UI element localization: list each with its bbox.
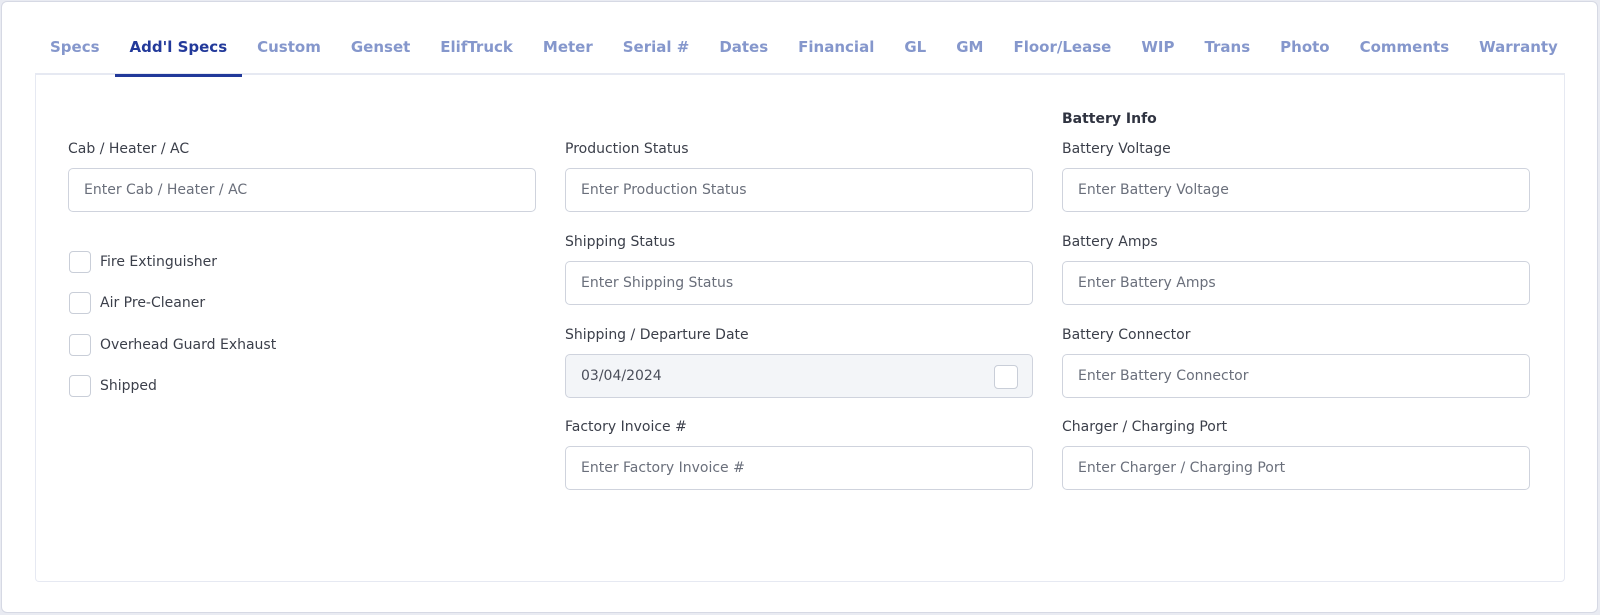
tab-bar: Specs Add'l Specs Custom Genset ElifTruc…	[35, 24, 1565, 77]
tab-wip[interactable]: WIP	[1126, 24, 1189, 75]
tab-eliftruck[interactable]: ElifTruck	[425, 24, 528, 75]
overhead-guard-exhaust-row[interactable]: Overhead Guard Exhaust	[69, 334, 276, 356]
factory-invoice-input[interactable]	[565, 446, 1033, 490]
departure-date-input[interactable]	[565, 354, 1033, 398]
battery-voltage-input[interactable]	[1062, 168, 1530, 212]
fire-extinguisher-label: Fire Extinguisher	[100, 254, 218, 270]
air-pre-cleaner-label: Air Pre-Cleaner	[100, 295, 206, 311]
tab-specs[interactable]: Specs	[35, 24, 115, 75]
charger-port-input[interactable]	[1062, 446, 1530, 490]
shipping-status-label: Shipping Status	[565, 234, 676, 250]
calendar-icon[interactable]	[994, 365, 1018, 389]
battery-connector-input[interactable]	[1062, 354, 1530, 398]
battery-voltage-label: Battery Voltage	[1062, 141, 1171, 157]
cab-heater-ac-label: Cab / Heater / AC	[68, 141, 190, 157]
tab-genset[interactable]: Genset	[336, 24, 425, 75]
addl-specs-panel	[35, 75, 1565, 582]
fire-extinguisher-checkbox[interactable]	[69, 251, 91, 273]
battery-connector-label: Battery Connector	[1062, 327, 1191, 343]
tab-addl-specs[interactable]: Add'l Specs	[114, 24, 243, 77]
battery-info-title: Battery Info	[1062, 111, 1157, 127]
tab-financial[interactable]: Financial	[783, 24, 889, 75]
shipped-row[interactable]: Shipped	[69, 375, 157, 397]
tab-trans[interactable]: Trans	[1189, 24, 1265, 75]
production-status-label: Production Status	[565, 141, 689, 157]
production-status-input[interactable]	[565, 168, 1033, 212]
departure-date-label: Shipping / Departure Date	[565, 327, 749, 343]
tab-warranty[interactable]: Warranty	[1464, 24, 1573, 75]
tab-custom[interactable]: Custom	[242, 24, 336, 75]
tab-photo[interactable]: Photo	[1265, 24, 1344, 75]
shipped-label: Shipped	[100, 378, 157, 394]
tab-comments[interactable]: Comments	[1345, 24, 1465, 75]
factory-invoice-label: Factory Invoice #	[565, 419, 687, 435]
shipped-checkbox[interactable]	[69, 375, 91, 397]
tab-dates[interactable]: Dates	[704, 24, 783, 75]
tab-gm[interactable]: GM	[941, 24, 998, 75]
battery-amps-label: Battery Amps	[1062, 234, 1158, 250]
fire-extinguisher-row[interactable]: Fire Extinguisher	[69, 251, 217, 273]
charger-port-label: Charger / Charging Port	[1062, 419, 1228, 435]
air-pre-cleaner-checkbox[interactable]	[69, 292, 91, 314]
battery-amps-input[interactable]	[1062, 261, 1530, 305]
cab-heater-ac-input[interactable]	[68, 168, 536, 212]
tab-gl[interactable]: GL	[889, 24, 941, 75]
overhead-guard-exhaust-label: Overhead Guard Exhaust	[100, 337, 277, 353]
tab-floor-lease[interactable]: Floor/Lease	[998, 24, 1126, 75]
shipping-status-input[interactable]	[565, 261, 1033, 305]
app-frame: Specs Add'l Specs Custom Genset ElifTruc…	[1, 1, 1598, 613]
air-pre-cleaner-row[interactable]: Air Pre-Cleaner	[69, 292, 205, 314]
tab-serial[interactable]: Serial #	[608, 24, 705, 75]
tab-meter[interactable]: Meter	[528, 24, 608, 75]
overhead-guard-exhaust-checkbox[interactable]	[69, 334, 91, 356]
